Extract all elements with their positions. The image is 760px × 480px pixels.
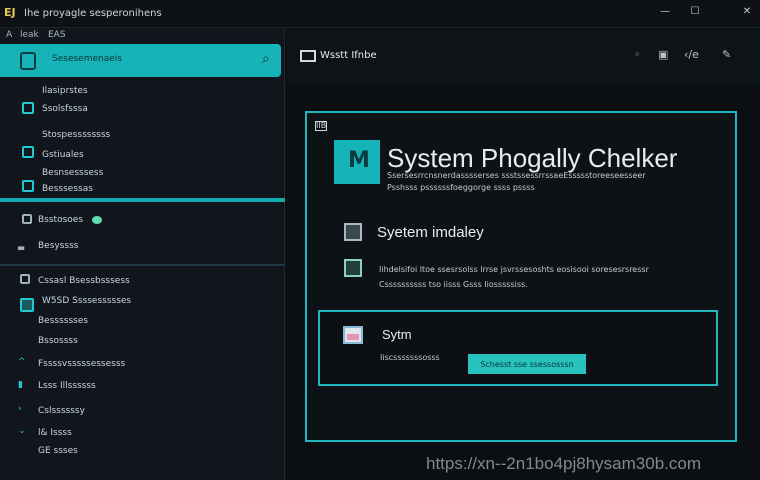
sidebar-item[interactable]: › Cslssssssy: [0, 402, 285, 422]
status-dot-icon: [92, 216, 102, 224]
section-divider: [0, 264, 285, 266]
sidebar-item[interactable]: GE ssses: [0, 442, 285, 462]
square-icon: [22, 102, 34, 114]
square-icon: [22, 146, 34, 158]
sidebar-item-label: Bssossss: [38, 336, 78, 346]
panel-title: System Phogally Chelker: [387, 143, 678, 173]
main-header: Wsstt Ifnbe ◦ ▣ ‹/e ✎: [286, 28, 760, 84]
app-logo-icon: EJ: [4, 6, 16, 19]
chevron-down-icon: ⌄: [18, 426, 26, 436]
hero-logo-letter: M: [348, 148, 370, 173]
app-hero-logo-icon: M: [334, 140, 380, 184]
window-icon: [300, 50, 316, 62]
marker-icon: ▮: [18, 380, 23, 390]
header-window-button[interactable]: ▣: [658, 48, 668, 61]
section-text-2: Cssssssssss tso iisss Gsss Iiosssssiss.: [379, 280, 528, 289]
sidebar-item[interactable]: ⌄ l& Issss: [0, 424, 285, 444]
monitor-icon: [344, 259, 362, 277]
sidebar-item[interactable]: Besssessas: [0, 180, 285, 200]
system-card: Sytm Iiscsssssssosss Schesst sse ssessos…: [318, 310, 718, 386]
sidebar-item-label: Besssssses: [38, 316, 89, 326]
sidebar-item-label: Ilasiprstes: [42, 86, 88, 96]
sidebar-item[interactable]: W5SD Ssssessssses: [0, 294, 285, 314]
card-title: Sytm: [382, 327, 412, 342]
grid-icon: [20, 274, 30, 284]
search-label: Sesesemenaeis: [52, 54, 122, 64]
section-title: Syetem imdaley: [377, 224, 484, 241]
sidebar-item-label: Gstiuales: [42, 150, 84, 160]
sidebar-item-label: W5SD Ssssessssses: [42, 296, 132, 306]
image-icon: [343, 326, 363, 344]
sidebar-item-label: Stospessssssss: [42, 130, 111, 140]
sidebar-menu-label-2[interactable]: EAS: [48, 30, 66, 40]
header-circle-button[interactable]: ◦: [634, 48, 641, 61]
panel-subtitle-1: Ssersesrrcnsnerdasssserses ssstssessrrss…: [387, 171, 646, 180]
sidebar-item-label: Besnsesssess: [42, 168, 104, 178]
grid-icon: [22, 214, 32, 224]
sidebar-item[interactable]: Ssolsfsssa: [0, 100, 285, 120]
sidebar-item-label: Cslssssssy: [38, 406, 85, 416]
sidebar-item-label: Lsss Illssssss: [38, 381, 96, 391]
sidebar-search-bar[interactable]: Sesesemenaeis ⌕: [0, 44, 281, 77]
minimize-button[interactable]: —: [656, 6, 674, 20]
panel-subtitle-2: Psshsss pssssssfoeggorge ssss pssss: [387, 183, 535, 192]
sidebar-item-label: l& Issss: [38, 428, 72, 438]
sidebar-item-label: GE ssses: [38, 446, 78, 456]
document-icon: [20, 52, 36, 70]
chevron-icon: ^: [18, 357, 26, 367]
sidebar-item[interactable]: Besssssses: [0, 314, 285, 334]
header-code-button[interactable]: ‹/e: [684, 48, 699, 61]
sidebar: A leak EAS Sesesemenaeis ⌕ Ilasiprstes S…: [0, 28, 285, 480]
sidebar-item[interactable]: ^ Fssssvsssssessesss: [0, 356, 285, 376]
search-icon[interactable]: ⌕: [262, 51, 270, 67]
card-text: Iiscsssssssosss: [380, 353, 440, 362]
sidebar-item[interactable]: Bsstosoes: [0, 212, 285, 232]
system-icon: [344, 223, 362, 241]
sidebar-mode-icon[interactable]: A: [6, 30, 12, 40]
section-text-1: Iihdelsifoi ltoe ssesrsolss lrrse jsvrss…: [379, 265, 649, 274]
system-checker-panel: IIB M System Phogally Chelker Ssersesrrc…: [305, 111, 737, 442]
check-system-button[interactable]: Schesst sse ssessosssn: [468, 354, 586, 374]
sidebar-item[interactable]: Cssasl Bsessbsssess: [0, 272, 285, 292]
maximize-button[interactable]: ☐: [686, 6, 704, 20]
sidebar-item-label: Besyssss: [38, 241, 79, 251]
header-edit-button[interactable]: ✎: [722, 48, 731, 61]
sidebar-item-label: Cssasl Bsessbsssess: [38, 276, 130, 286]
sidebar-toolbar: A leak EAS: [0, 28, 285, 44]
sidebar-item-label: Fssssvsssssessesss: [38, 359, 126, 369]
sidebar-item[interactable]: ▮ Lsss Illssssss: [0, 378, 285, 398]
window-icon: [20, 298, 34, 312]
sidebar-item[interactable]: Bssossss: [0, 334, 285, 354]
sidebar-item[interactable]: ▃ Besyssss: [0, 238, 285, 258]
sidebar-item-label: Ssolsfsssa: [42, 104, 88, 114]
square-icon: [22, 180, 34, 192]
sidebar-item-label: Besssessas: [42, 184, 93, 194]
sidebar-item[interactable]: Gstiuales: [0, 144, 285, 164]
selection-divider: [0, 198, 285, 202]
title-bar: EJ Ihe proyagle sesperonihens — ☐ ✕: [0, 0, 760, 28]
sidebar-menu-label[interactable]: leak: [20, 30, 39, 40]
main-header-title: Wsstt Ifnbe: [320, 50, 377, 61]
close-button[interactable]: ✕: [738, 6, 756, 20]
chevron-right-icon: ›: [18, 404, 22, 414]
window-title: Ihe proyagle sesperonihens: [24, 8, 162, 19]
ship-icon: ▃: [18, 241, 25, 250]
sidebar-item-label: Bsstosoes: [38, 215, 84, 225]
watermark-url: https://xn--2n1bo4pj8hysam30b.com: [426, 454, 701, 473]
panel-tag: IIB: [315, 121, 327, 131]
